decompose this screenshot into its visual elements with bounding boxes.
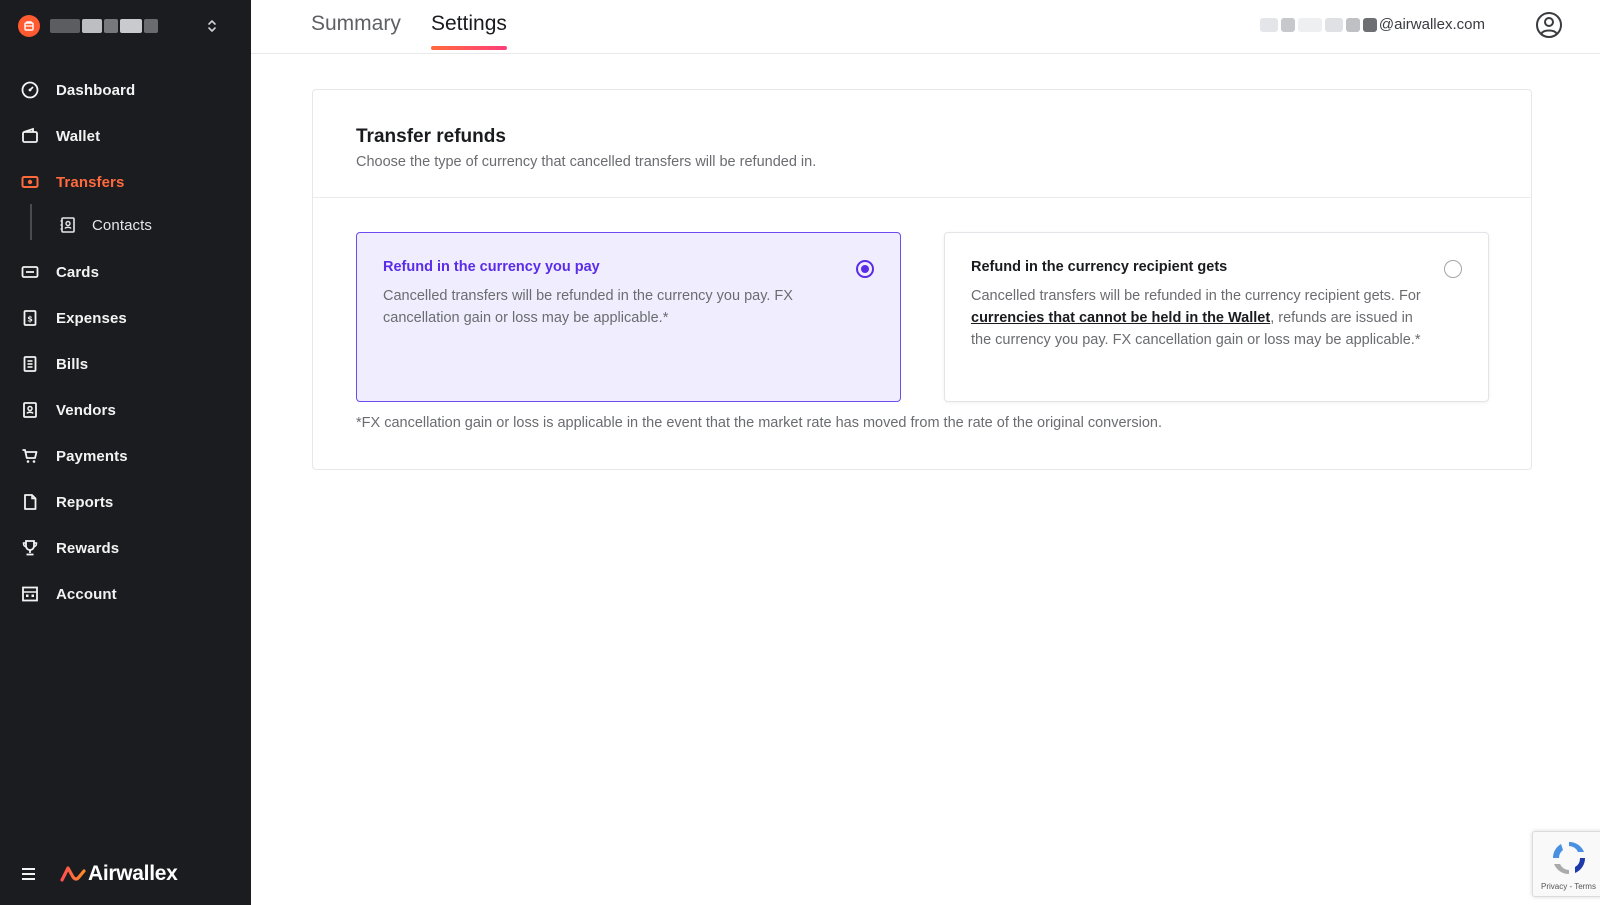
- sidebar-item-rewards[interactable]: Rewards: [20, 536, 119, 560]
- sidebar-item-contacts[interactable]: Contacts: [58, 213, 152, 237]
- expenses-icon: $: [20, 308, 40, 328]
- sidebar-item-cards[interactable]: Cards: [20, 260, 99, 284]
- sidebar-item-account[interactable]: Account: [20, 582, 117, 606]
- recaptcha-badge[interactable]: Privacy - Terms: [1532, 831, 1600, 897]
- option-description: Cancelled transfers will be refunded in …: [971, 285, 1421, 351]
- report-icon: [20, 492, 40, 512]
- email-text: @airwallex.com: [1378, 16, 1485, 33]
- contacts-icon: [58, 215, 78, 235]
- brand-name: Airwallex: [88, 862, 178, 885]
- card-header: Transfer refunds Choose the type of curr…: [313, 90, 1531, 198]
- airwallex-mark-icon: [60, 866, 86, 882]
- sidebar-item-bills[interactable]: Bills: [20, 352, 88, 376]
- sidebar: Dashboard Wallet Transfers Contacts Card…: [0, 0, 251, 905]
- description-text: Cancelled transfers will be refunded in …: [971, 288, 1421, 304]
- bills-icon: [20, 354, 40, 374]
- recaptcha-links[interactable]: Privacy - Terms: [1541, 882, 1596, 891]
- sidebar-footer: Airwallex: [20, 862, 178, 886]
- sidebar-item-transfers[interactable]: Transfers: [20, 170, 124, 194]
- sidebar-item-label: Reports: [56, 493, 114, 511]
- sidebar-item-reports[interactable]: Reports: [20, 490, 113, 514]
- sidebar-item-wallet[interactable]: Wallet: [20, 124, 100, 148]
- cart-icon: [20, 446, 40, 466]
- fx-footnote: *FX cancellation gain or loss is applica…: [356, 415, 1162, 431]
- sidebar-item-label: Bills: [56, 355, 89, 373]
- tab-settings[interactable]: Settings: [431, 12, 507, 50]
- hamburger-menu-icon[interactable]: [20, 867, 38, 881]
- refund-option-recipient-currency[interactable]: Refund in the currency recipient gets Ca…: [944, 232, 1489, 402]
- chevron-up-down-icon[interactable]: [206, 17, 218, 40]
- option-title: Refund in the currency you pay: [383, 259, 600, 275]
- user-email: @airwallex.com: [1259, 16, 1485, 33]
- vendors-icon: [20, 400, 40, 420]
- user-profile-icon[interactable]: [1534, 10, 1564, 40]
- org-name-redacted: [50, 19, 158, 33]
- email-redacted: [1259, 17, 1377, 32]
- sidebar-item-payments[interactable]: Payments: [20, 444, 128, 468]
- org-switcher[interactable]: [18, 14, 228, 38]
- transfers-icon: [20, 172, 40, 192]
- trophy-icon: [20, 538, 40, 558]
- sidebar-item-label: Wallet: [56, 127, 101, 145]
- sidebar-item-label: Rewards: [56, 539, 120, 557]
- option-description: Cancelled transfers will be refunded in …: [383, 288, 793, 326]
- card-icon: [20, 262, 40, 282]
- recaptcha-icon: [1552, 841, 1586, 875]
- sidebar-item-label: Dashboard: [56, 81, 136, 99]
- tab-label: Settings: [431, 12, 507, 35]
- sidebar-item-label: Cards: [56, 263, 100, 281]
- dashboard-icon: [20, 80, 40, 100]
- card-subtitle: Choose the type of currency that cancell…: [356, 154, 817, 170]
- card-title: Transfer refunds: [356, 126, 506, 147]
- building-icon: [20, 584, 40, 604]
- transfer-refunds-card: Transfer refunds Choose the type of curr…: [312, 89, 1532, 470]
- radio-selected[interactable]: [856, 260, 874, 278]
- wallet-icon: [20, 126, 40, 146]
- org-logo-icon: [18, 15, 40, 37]
- active-tab-indicator: [431, 46, 507, 50]
- sidebar-item-label: Transfers: [56, 173, 125, 191]
- airwallex-logo: Airwallex: [60, 862, 178, 886]
- sidebar-item-label: Contacts: [92, 216, 152, 234]
- svg-text:$: $: [27, 315, 33, 324]
- sidebar-item-label: Payments: [56, 447, 128, 465]
- tab-label: Summary: [311, 12, 401, 35]
- sidebar-item-label: Expenses: [56, 309, 127, 327]
- sidebar-item-expenses[interactable]: $ Expenses: [20, 306, 127, 330]
- submenu-divider: [30, 204, 32, 240]
- sidebar-item-label: Vendors: [56, 401, 116, 419]
- sidebar-item-vendors[interactable]: Vendors: [20, 398, 116, 422]
- sidebar-item-dashboard[interactable]: Dashboard: [20, 78, 135, 102]
- tab-summary[interactable]: Summary: [311, 12, 401, 48]
- refund-option-pay-currency[interactable]: Refund in the currency you pay Cancelled…: [356, 232, 901, 402]
- top-header: Summary Settings @airwallex.com: [251, 0, 1600, 54]
- radio-unselected[interactable]: [1444, 260, 1462, 278]
- sidebar-item-label: Account: [56, 585, 117, 603]
- wallet-currencies-link[interactable]: currencies that cannot be held in the Wa…: [971, 310, 1270, 326]
- option-title: Refund in the currency recipient gets: [971, 259, 1228, 275]
